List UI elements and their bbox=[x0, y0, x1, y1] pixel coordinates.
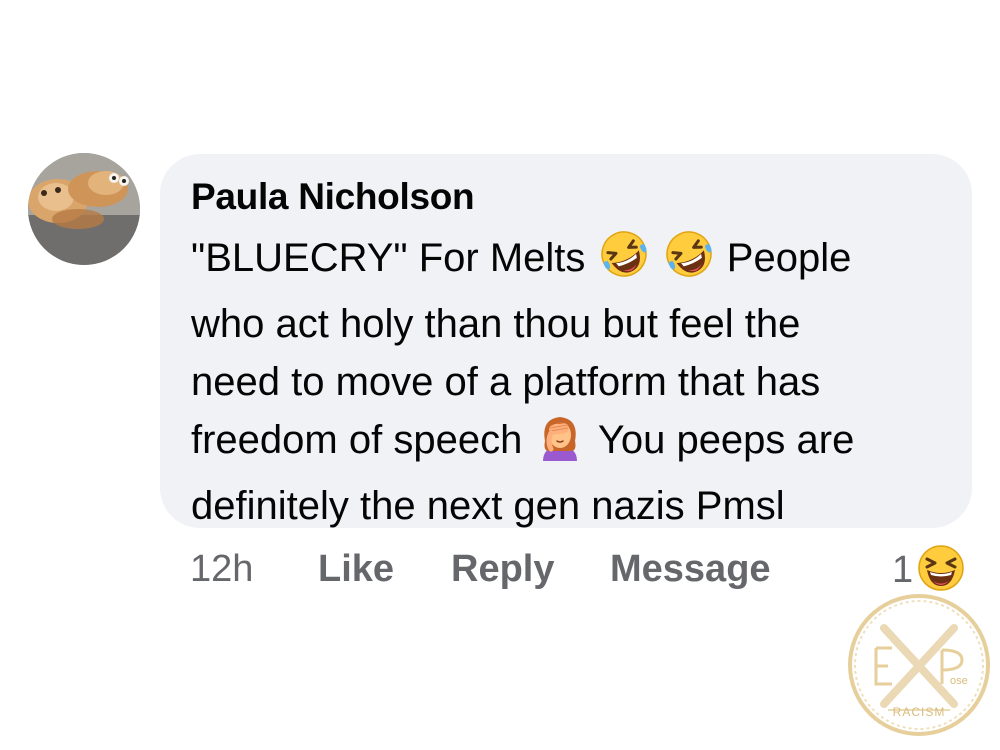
reply-button[interactable]: Reply bbox=[451, 548, 554, 591]
comment-line: definitely the next gen nazis Pmsl bbox=[191, 484, 785, 528]
comment-line-text: People bbox=[726, 236, 852, 280]
comment-actions: 12h Like Reply Message bbox=[0, 548, 1000, 598]
message-button[interactable]: Message bbox=[610, 548, 771, 591]
comment-timestamp[interactable]: 12h bbox=[190, 548, 253, 591]
reaction-count: 1 bbox=[892, 548, 914, 591]
comment-text: "BLUECRY" For Melts People who act holy … bbox=[191, 229, 961, 535]
face-palm-emoji-icon bbox=[535, 411, 585, 477]
like-button[interactable]: Like bbox=[318, 548, 394, 591]
reaction-summary[interactable]: 1 bbox=[892, 544, 965, 596]
comment-screen: Paula Nicholson "BLUECRY" For Melts Peop… bbox=[0, 0, 1000, 750]
avatar[interactable] bbox=[28, 153, 140, 265]
laughing-face-icon bbox=[917, 544, 965, 597]
expose-racism-seal-icon: ose RACISM bbox=[848, 594, 990, 736]
watermark-logo: ose RACISM bbox=[846, 592, 992, 738]
comment-line: freedom of speech You peeps are bbox=[191, 411, 961, 477]
svg-text:RACISM: RACISM bbox=[893, 705, 946, 719]
comment-line-text: freedom of speech bbox=[191, 418, 523, 462]
comment-line-text: "BLUECRY" For Melts bbox=[191, 236, 586, 280]
comment-author[interactable]: Paula Nicholson bbox=[191, 176, 475, 218]
comment-line: "BLUECRY" For Melts People bbox=[191, 229, 961, 295]
cat-photo-icon bbox=[28, 153, 140, 265]
svg-text:ose: ose bbox=[950, 675, 968, 687]
rolling-laughing-emoji-icon bbox=[664, 229, 714, 295]
rolling-laughing-emoji-icon bbox=[599, 229, 649, 295]
comment-line: who act holy than thou but feel the bbox=[191, 302, 801, 346]
comment-line: need to move of a platform that has bbox=[191, 360, 821, 404]
comment-bubble: Paula Nicholson "BLUECRY" For Melts Peop… bbox=[160, 154, 972, 528]
comment-line-text: You peeps are bbox=[597, 418, 855, 462]
